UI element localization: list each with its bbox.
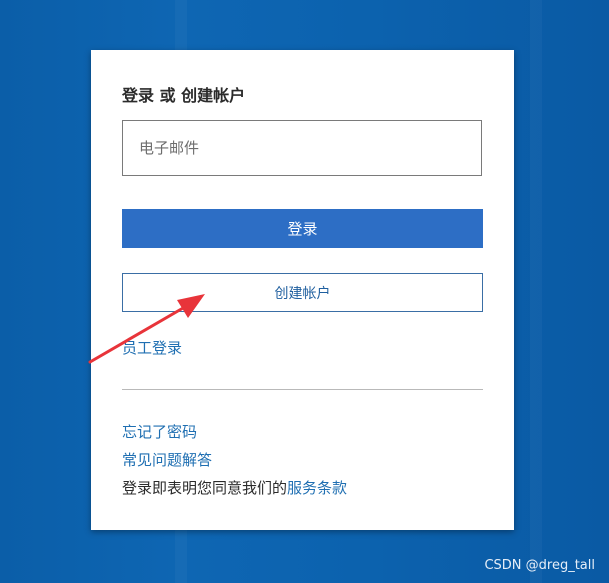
login-card: 登录 或 创建帐户 登录 创建帐户 员工登录 忘记了密码 常见问题解答 登录即表… xyxy=(91,50,514,530)
terms-of-service-link[interactable]: 服务条款 xyxy=(287,479,347,497)
email-field[interactable] xyxy=(122,120,482,176)
faq-link[interactable]: 常见问题解答 xyxy=(122,449,212,470)
background-stripe xyxy=(530,0,542,583)
employee-login-link[interactable]: 员工登录 xyxy=(122,337,182,358)
watermark: CSDN @dreg_tall xyxy=(484,558,595,573)
create-account-button[interactable]: 创建帐户 xyxy=(122,273,483,312)
forgot-password-link[interactable]: 忘记了密码 xyxy=(122,421,197,442)
terms-notice: 登录即表明您同意我们的服务条款 xyxy=(122,477,347,498)
terms-prefix-text: 登录即表明您同意我们的 xyxy=(122,479,288,497)
card-title: 登录 或 创建帐户 xyxy=(122,86,246,105)
divider xyxy=(122,389,483,390)
login-button[interactable]: 登录 xyxy=(122,209,483,248)
